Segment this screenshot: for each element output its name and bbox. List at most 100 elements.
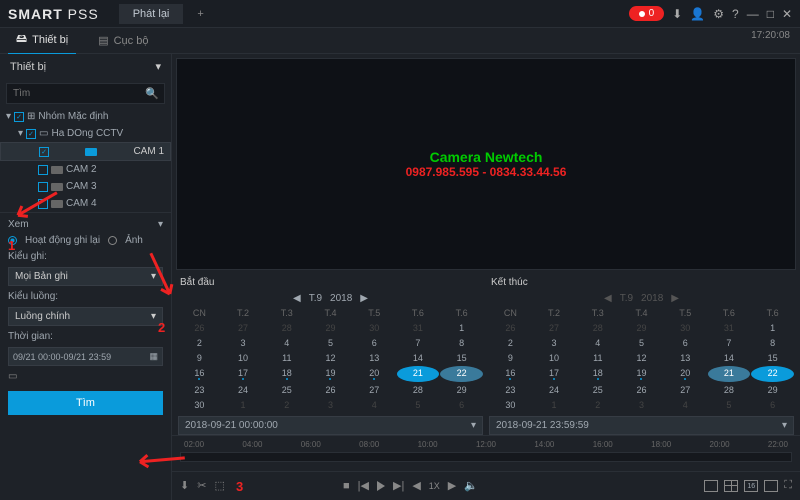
cal-day[interactable]: 29 [440, 383, 483, 397]
minimize-icon[interactable]: — [747, 7, 759, 21]
search-box[interactable]: 🔍 [6, 83, 165, 104]
tab-local[interactable]: ▤Cục bộ [90, 30, 156, 51]
cal-day[interactable]: 4 [265, 336, 308, 350]
next-month-icon[interactable]: ▶ [671, 293, 679, 304]
cal-day[interactable]: 25 [265, 383, 308, 397]
export-icon[interactable]: ⬇ [180, 479, 189, 492]
play-button[interactable] [377, 481, 385, 491]
tree-nvr[interactable]: ▾✓▭Ha DOng CCTV [0, 125, 171, 142]
snapshot-icon[interactable]: ✂ [197, 479, 206, 492]
cal-day[interactable]: 21 [708, 366, 751, 382]
cal-day[interactable]: 19 [309, 366, 352, 382]
cal-day[interactable]: 9 [489, 351, 532, 365]
cal-day[interactable]: 7 [708, 336, 751, 350]
cal-day[interactable]: 12 [620, 351, 663, 365]
cal-day[interactable]: 17 [533, 366, 576, 382]
tab-add[interactable]: + [187, 4, 213, 24]
cal-day[interactable]: 28 [397, 383, 440, 397]
cal-day[interactable]: 18 [265, 366, 308, 382]
rectype-select[interactable]: Mọi Bản ghi▾ [8, 267, 163, 286]
tree-group[interactable]: ▾✓⊞Nhóm Mặc định [0, 108, 171, 125]
cal-day[interactable]: 2 [489, 336, 532, 350]
search-button[interactable]: Tìm [8, 391, 163, 415]
cal-day[interactable]: 9 [178, 351, 221, 365]
help-icon[interactable]: ? [732, 7, 739, 21]
clip-icon[interactable]: ⬚ [214, 479, 224, 492]
cal-day[interactable]: 24 [533, 383, 576, 397]
close-icon[interactable]: ✕ [782, 7, 792, 21]
cal-day[interactable]: 14 [397, 351, 440, 365]
cal-day[interactable]: 7 [397, 336, 440, 350]
layout-16-icon[interactable]: 16 [744, 480, 758, 492]
tree-cam-4[interactable]: CAM 4 [0, 195, 171, 212]
layout-1-icon[interactable] [704, 480, 718, 492]
cal-day[interactable]: 29 [751, 383, 794, 397]
cal-day[interactable]: 1 [440, 321, 483, 335]
cal-day[interactable]: 15 [751, 351, 794, 365]
cal-day[interactable]: 27 [353, 383, 396, 397]
cal-day[interactable]: 23 [178, 383, 221, 397]
cal-day[interactable]: 26 [620, 383, 663, 397]
cal-day[interactable]: 20 [664, 366, 707, 382]
cal-day[interactable]: 20 [353, 366, 396, 382]
prev-month-icon[interactable]: ◀ [604, 293, 612, 304]
cal-day[interactable]: 1 [751, 321, 794, 335]
cal-day[interactable]: 24 [222, 383, 265, 397]
cal-day[interactable]: 13 [353, 351, 396, 365]
cal-day[interactable]: 5 [620, 336, 663, 350]
cal-day[interactable]: 2 [178, 336, 221, 350]
cal-day[interactable]: 26 [309, 383, 352, 397]
cal-day[interactable]: 8 [751, 336, 794, 350]
volume-icon[interactable]: 🔈 [464, 479, 478, 492]
maximize-icon[interactable]: □ [767, 7, 774, 21]
stream-select[interactable]: Luồng chính▾ [8, 307, 163, 326]
cal-day[interactable]: 23 [489, 383, 532, 397]
cal-day[interactable]: 17 [222, 366, 265, 382]
chevron-down-icon[interactable]: ▾ [155, 60, 161, 73]
cal-day[interactable]: 10 [222, 351, 265, 365]
cal-day[interactable]: 25 [576, 383, 619, 397]
cal-day[interactable]: 10 [533, 351, 576, 365]
cal-day[interactable]: 30 [489, 398, 532, 412]
cal-day[interactable]: 19 [620, 366, 663, 382]
download-icon[interactable]: ⬇ [672, 7, 682, 21]
cal-day[interactable]: 5 [309, 336, 352, 350]
user-icon[interactable]: 👤 [690, 7, 705, 21]
next-month-icon[interactable]: ▶ [360, 293, 368, 304]
calendar-icon[interactable]: ▦ [149, 351, 158, 362]
cal-day[interactable]: 6 [664, 336, 707, 350]
cal-day[interactable]: 21 [397, 366, 440, 382]
cal-day[interactable]: 30 [178, 398, 221, 412]
storage-icon[interactable]: ▭ [8, 371, 163, 382]
fullscreen-icon[interactable]: ⛶ [784, 479, 792, 492]
layout-more-icon[interactable] [764, 480, 778, 492]
cal-day[interactable]: 27 [664, 383, 707, 397]
cal-day[interactable]: 14 [708, 351, 751, 365]
prev-month-icon[interactable]: ◀ [293, 293, 301, 304]
tree-cam-3[interactable]: CAM 3 [0, 178, 171, 195]
cal-day[interactable]: 16 [489, 366, 532, 382]
timeline[interactable]: 02:0004:0006:0008:0010:0012:0014:0016:00… [172, 435, 800, 470]
gear-icon[interactable]: ⚙ [713, 7, 724, 21]
cal-day[interactable]: 18 [576, 366, 619, 382]
cal-day[interactable]: 22 [440, 366, 483, 382]
tab-device[interactable]: 🖴Thiết bị [8, 26, 76, 55]
cal-day[interactable]: 12 [309, 351, 352, 365]
cal-day[interactable]: 11 [265, 351, 308, 365]
faster-button[interactable]: ▶ [448, 479, 456, 492]
cal-day[interactable]: 28 [708, 383, 751, 397]
stop-button[interactable]: ■ [343, 480, 350, 492]
cal-day[interactable]: 11 [576, 351, 619, 365]
cal-day[interactable]: 3 [222, 336, 265, 350]
start-datetime[interactable]: 2018-09-21 00:00:00▾ [178, 416, 483, 435]
cal-day[interactable]: 15 [440, 351, 483, 365]
search-icon[interactable]: 🔍 [145, 87, 159, 100]
prev-frame-button[interactable]: |◀ [358, 479, 369, 492]
slower-button[interactable]: ◀ [412, 479, 420, 492]
search-input[interactable] [13, 88, 145, 99]
tree-cam-2[interactable]: CAM 2 [0, 161, 171, 178]
cal-day[interactable]: 16 [178, 366, 221, 382]
cal-day[interactable]: 22 [751, 366, 794, 382]
cal-day[interactable]: 4 [576, 336, 619, 350]
time-field[interactable]: 09/21 00:00-09/21 23:59▦ [8, 347, 163, 366]
